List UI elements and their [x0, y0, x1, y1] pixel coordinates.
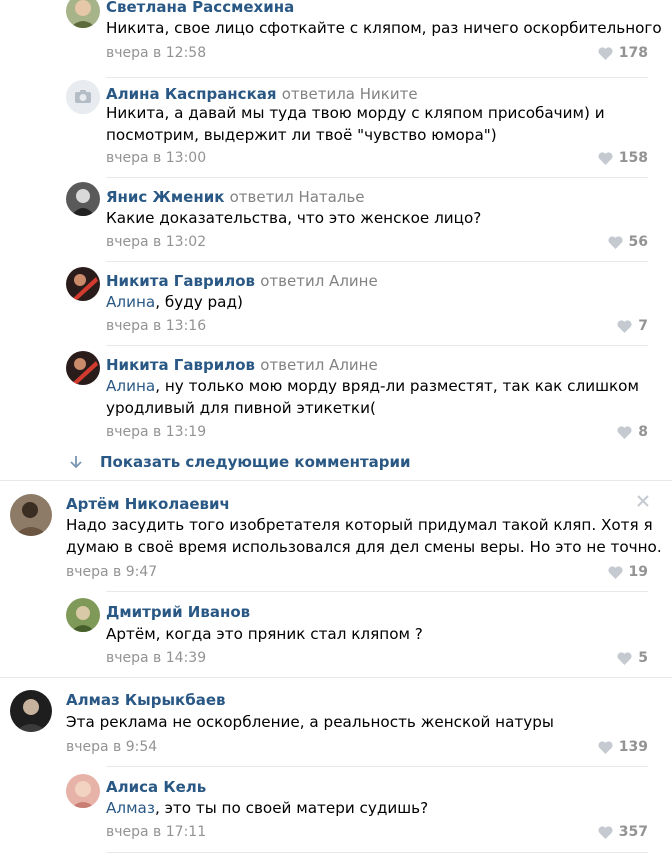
heart-icon	[617, 425, 632, 439]
avatar[interactable]	[66, 267, 100, 301]
avatar[interactable]	[66, 80, 100, 114]
heart-icon	[617, 319, 632, 333]
comment-text: Какие доказательства, что это женское ли…	[106, 209, 482, 227]
comment-date[interactable]: вчера в 13:02	[106, 232, 206, 252]
divider	[106, 77, 648, 78]
comment-date[interactable]: вчера в 9:47	[66, 562, 157, 582]
like-button[interactable]: 19	[607, 562, 648, 582]
camera-icon	[66, 80, 100, 114]
divider	[106, 177, 648, 178]
divider	[106, 766, 648, 767]
comment-author[interactable]: Никита Гаврилов ответил Алине	[106, 271, 378, 291]
like-button[interactable]: 7	[617, 316, 648, 336]
comment-author[interactable]: Алиса Кель	[106, 777, 206, 797]
comment-author[interactable]: Никита Гаврилов ответил Алине	[106, 355, 378, 375]
comment-author[interactable]: Светлана Рассмехина	[106, 0, 294, 17]
divider	[106, 591, 648, 592]
like-button[interactable]: 8	[617, 422, 648, 442]
mention-link[interactable]: Алина	[106, 377, 155, 395]
heart-icon	[617, 651, 632, 665]
avatar[interactable]	[66, 598, 100, 632]
reply-to[interactable]: ответил Наталье	[230, 188, 365, 206]
comment-text: Надо засудить того изобретателя который …	[66, 516, 662, 556]
divider	[106, 852, 648, 853]
comment-date[interactable]: вчера в 13:00	[106, 148, 206, 168]
comment-text: Никита, а давай мы туда твою морду с кля…	[106, 104, 605, 144]
comment-text: Алина, буду рад)	[106, 293, 243, 311]
heart-icon	[607, 235, 623, 249]
like-button[interactable]: 357	[598, 822, 648, 842]
comment-text: Артём, когда это пряник стал кляпом ?	[106, 625, 423, 643]
like-button[interactable]: 178	[598, 43, 648, 63]
like-count: 178	[618, 45, 648, 61]
show-more-comments-button[interactable]: Показать следующие комментарии	[70, 452, 411, 472]
comment-date[interactable]: вчера в 9:54	[66, 737, 157, 757]
mention-link[interactable]: Алина	[106, 293, 155, 311]
comment-author[interactable]: Алмаз Кырыкбаев	[66, 690, 226, 710]
like-count: 19	[628, 564, 648, 580]
divider	[0, 677, 672, 678]
reply-to[interactable]: ответил Алине	[260, 272, 377, 290]
like-button[interactable]: 158	[598, 148, 648, 168]
heart-icon	[598, 825, 613, 839]
comment-text: Эта реклама не оскорбление, а реальность…	[66, 713, 554, 731]
avatar[interactable]	[10, 690, 52, 732]
avatar[interactable]	[66, 774, 100, 808]
comment-author[interactable]: Янис Жменик ответил Наталье	[106, 187, 365, 207]
mention-link[interactable]: Алмаз	[106, 799, 155, 817]
reply-to[interactable]: ответила Никите	[282, 85, 418, 103]
like-count: 7	[638, 318, 648, 334]
reply-to[interactable]: ответил Алине	[260, 356, 377, 374]
close-icon[interactable]	[636, 494, 650, 508]
comment-text: Алина, ну только мою морду вряд-ли разме…	[106, 377, 639, 417]
comment-date[interactable]: вчера в 17:11	[106, 822, 206, 842]
like-count: 56	[628, 234, 648, 250]
comment-text: Алмаз, это ты по своей матери судишь?	[106, 799, 429, 817]
comment-date[interactable]: вчера в 13:19	[106, 422, 206, 442]
like-button[interactable]: 5	[617, 648, 648, 668]
divider	[0, 480, 672, 481]
like-button[interactable]: 139	[598, 737, 648, 757]
heart-icon	[598, 46, 613, 60]
like-count: 5	[638, 650, 648, 666]
comment-date[interactable]: вчера в 14:39	[106, 648, 206, 668]
divider	[106, 345, 648, 346]
comment-text: Никита, свое лицо сфоткайте с кляпом, ра…	[106, 19, 662, 37]
comment-author[interactable]: Артём Николаевич	[66, 494, 230, 514]
heart-icon	[598, 151, 613, 165]
arrow-down-icon	[70, 456, 82, 469]
like-button[interactable]: 56	[607, 232, 648, 252]
avatar[interactable]	[66, 0, 100, 28]
heart-icon	[598, 740, 613, 754]
like-count: 8	[638, 424, 648, 440]
comment-date[interactable]: вчера в 12:58	[106, 43, 206, 63]
like-count: 139	[618, 739, 648, 755]
heart-icon	[607, 565, 623, 579]
comment-author[interactable]: Алина Каспранская ответила Никите	[106, 84, 418, 104]
divider	[106, 261, 648, 262]
like-count: 357	[618, 824, 648, 840]
comment-date[interactable]: вчера в 13:16	[106, 316, 206, 336]
comment-author[interactable]: Дмитрий Иванов	[106, 602, 250, 622]
avatar[interactable]	[66, 182, 100, 216]
avatar[interactable]	[10, 494, 52, 536]
avatar[interactable]	[66, 351, 100, 385]
like-count: 158	[618, 150, 648, 166]
